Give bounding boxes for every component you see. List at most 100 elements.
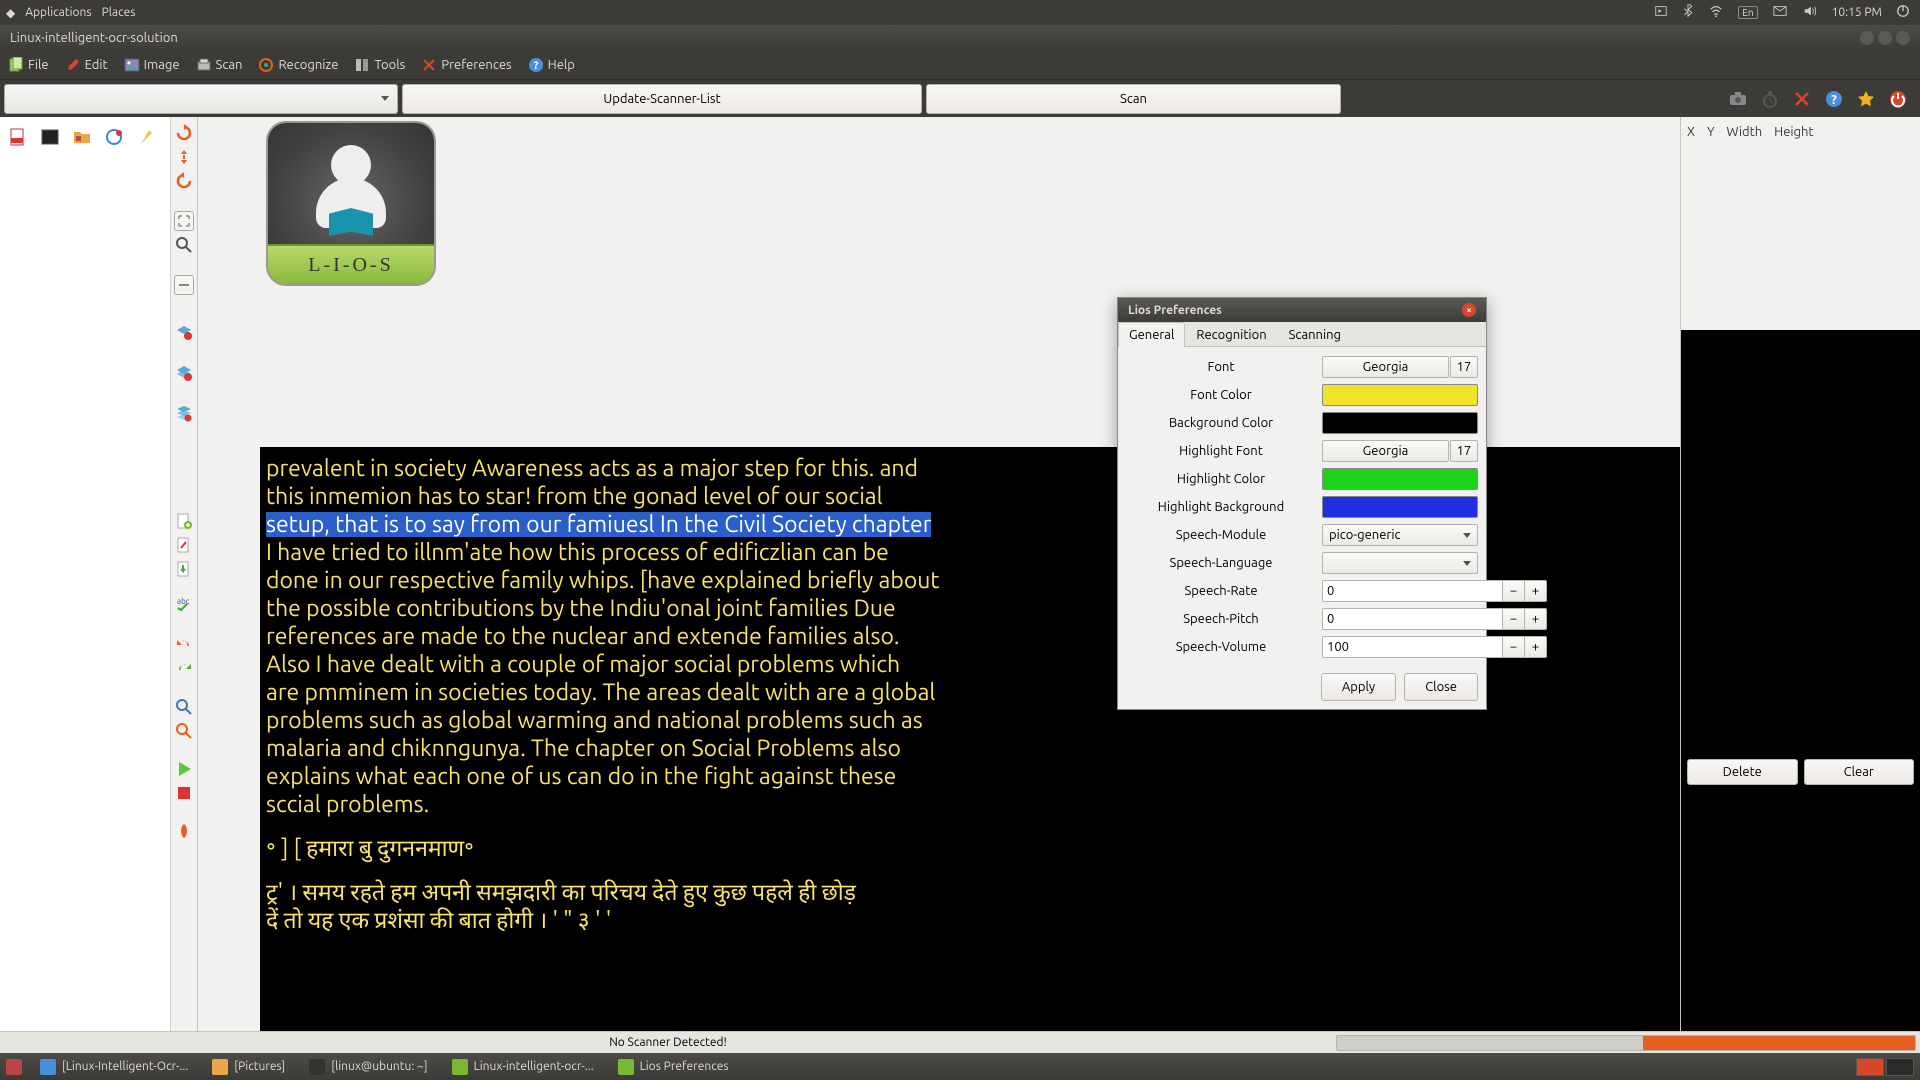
find-replace-icon[interactable] <box>174 721 194 741</box>
minus-button[interactable]: − <box>1503 636 1525 658</box>
layer-3-icon[interactable] <box>174 403 194 423</box>
mail-icon[interactable] <box>1772 4 1788 21</box>
taskbar-item[interactable]: [Pictures] <box>202 1056 295 1078</box>
redo-icon[interactable] <box>174 659 194 679</box>
speech-rate-spinner[interactable]: −+ <box>1322 580 1547 602</box>
zoom-out-wide-icon[interactable] <box>174 275 194 295</box>
speech-pitch-input[interactable] <box>1322 608 1503 630</box>
stop-icon[interactable] <box>174 783 194 803</box>
preferences-dialog: Lios Preferences × General Recognition S… <box>1117 297 1487 710</box>
svg-text:abc: abc <box>177 597 190 606</box>
close-button[interactable] <box>1896 31 1910 45</box>
menu-preferences[interactable]: Preferences <box>413 51 519 79</box>
taskbar-item[interactable]: Linux-intelligent-ocr-... <box>442 1056 604 1078</box>
speech-volume-input[interactable] <box>1322 636 1503 658</box>
undo-icon[interactable] <box>174 635 194 655</box>
play-icon[interactable] <box>174 759 194 779</box>
menu-help[interactable]: ? Help <box>520 51 583 79</box>
menu-image[interactable]: Image <box>116 51 188 79</box>
close-dialog-button[interactable]: Close <box>1404 673 1478 701</box>
star-icon[interactable] <box>1854 87 1878 111</box>
minus-button[interactable]: − <box>1503 580 1525 602</box>
menu-scan[interactable]: Scan <box>188 51 251 79</box>
hl-color-swatch[interactable] <box>1322 468 1478 490</box>
applications-menu[interactable]: Applications <box>25 6 91 19</box>
menu-recognize[interactable]: Recognize <box>250 51 346 79</box>
activities-icon: ◆ <box>6 6 15 20</box>
dialog-titlebar[interactable]: Lios Preferences × <box>1118 298 1486 322</box>
tab-scanning[interactable]: Scanning <box>1278 322 1352 347</box>
plus-button[interactable]: + <box>1525 608 1547 630</box>
save-doc-icon[interactable] <box>174 559 194 579</box>
refresh-color-icon[interactable] <box>104 127 124 147</box>
speech-lang-select[interactable] <box>1322 552 1478 574</box>
coord-x-label: X <box>1687 125 1695 139</box>
bg-color-swatch[interactable] <box>1322 412 1478 434</box>
apply-button[interactable]: Apply <box>1321 673 1396 701</box>
open-doc-icon[interactable] <box>174 535 194 555</box>
wifi-icon[interactable] <box>1708 4 1724 21</box>
font-chooser[interactable]: Georgia17 <box>1322 356 1478 378</box>
scanner-select[interactable] <box>4 84 398 114</box>
layer-1-icon[interactable] <box>174 323 194 343</box>
update-scanner-list-button[interactable]: Update-Scanner-List <box>402 84 922 114</box>
find-icon[interactable] <box>174 697 194 717</box>
power-icon[interactable] <box>1896 4 1910 21</box>
power-off-icon[interactable] <box>1886 87 1910 111</box>
help-icon[interactable]: ? <box>1822 87 1846 111</box>
menu-tools[interactable]: Tools <box>346 51 413 79</box>
ocr-line: दें तो यह एक प्रशंसा की बात होगी । ' " ३… <box>266 907 1674 935</box>
hl-bg-swatch[interactable] <box>1322 496 1478 518</box>
new-doc-icon[interactable] <box>174 511 194 531</box>
audio-icon[interactable] <box>174 821 194 841</box>
speech-volume-spinner[interactable]: −+ <box>1322 636 1547 658</box>
lios-logo: L-I-O-S <box>266 121 436 286</box>
menu-edit[interactable]: Edit <box>57 51 116 79</box>
hl-font-name: Georgia <box>1322 440 1449 462</box>
broom-icon[interactable] <box>136 127 156 147</box>
accessibility-icon[interactable] <box>1654 4 1668 21</box>
minus-button[interactable]: − <box>1503 608 1525 630</box>
flip-vertical-icon[interactable] <box>174 147 194 167</box>
taskbar-item[interactable]: [linux@ubuntu: ~] <box>299 1056 437 1078</box>
menu-file[interactable]: File <box>0 51 57 79</box>
folder-icon[interactable] <box>72 127 92 147</box>
dialog-close-button[interactable]: × <box>1462 303 1476 317</box>
speech-pitch-spinner[interactable]: −+ <box>1322 608 1547 630</box>
zoom-icon[interactable] <box>174 235 194 255</box>
tab-recognition[interactable]: Recognition <box>1185 322 1277 347</box>
terminal-icon[interactable] <box>40 127 60 147</box>
plus-button[interactable]: + <box>1525 580 1547 602</box>
speech-rate-input[interactable] <box>1322 580 1503 602</box>
volume-icon[interactable] <box>1802 4 1818 21</box>
minimize-button[interactable] <box>1860 31 1874 45</box>
taskbar-item[interactable]: Lios Preferences <box>608 1056 739 1078</box>
plus-button[interactable]: + <box>1525 636 1547 658</box>
workspace-1[interactable] <box>1856 1058 1884 1076</box>
maximize-button[interactable] <box>1878 31 1892 45</box>
speech-module-select[interactable]: pico-generic <box>1322 524 1478 546</box>
tools-icon[interactable] <box>1790 87 1814 111</box>
timer-icon[interactable] <box>1758 87 1782 111</box>
rotate-left-icon[interactable] <box>174 171 194 191</box>
keyboard-indicator[interactable]: En <box>1738 6 1757 19</box>
pdf-icon[interactable] <box>8 127 28 147</box>
hl-font-size: 17 <box>1450 440 1478 462</box>
show-desktop-icon[interactable] <box>6 1059 22 1075</box>
layer-2-icon[interactable] <box>174 363 194 383</box>
spellcheck-icon[interactable]: abc <box>174 593 194 613</box>
clear-button[interactable]: Clear <box>1804 759 1915 785</box>
scan-button[interactable]: Scan <box>926 84 1341 114</box>
workspace-2[interactable] <box>1886 1058 1914 1076</box>
places-menu[interactable]: Places <box>102 6 136 19</box>
tab-general[interactable]: General <box>1118 322 1185 347</box>
delete-button[interactable]: Delete <box>1687 759 1798 785</box>
bluetooth-icon[interactable] <box>1682 4 1694 21</box>
taskbar-item[interactable]: [Linux-Intelligent-Ocr-... <box>30 1056 198 1078</box>
camera-icon[interactable] <box>1726 87 1750 111</box>
hl-font-chooser[interactable]: Georgia17 <box>1322 440 1478 462</box>
rotate-right-icon[interactable] <box>174 123 194 143</box>
font-color-swatch[interactable] <box>1322 384 1478 406</box>
clock[interactable]: 10:15 PM <box>1832 6 1882 19</box>
zoom-fit-icon[interactable] <box>174 211 194 231</box>
